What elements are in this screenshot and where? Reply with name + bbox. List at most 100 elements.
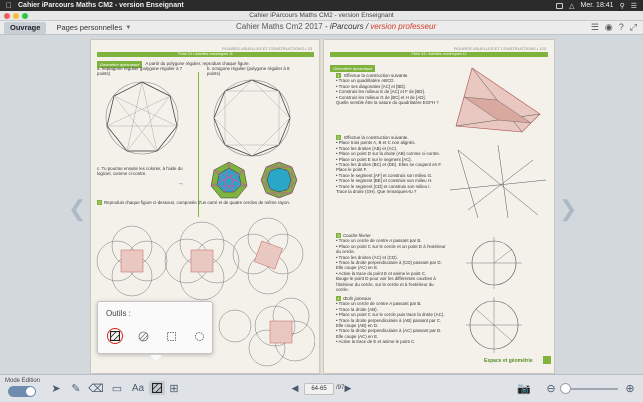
left-divider bbox=[198, 72, 199, 217]
toolbar-right-icons: ☰ ◉ ? ⤢ bbox=[591, 22, 637, 33]
arrow-right-icon: → bbox=[177, 180, 184, 187]
highlighter-icon[interactable]: ✎ bbox=[70, 381, 82, 395]
right-ex3-line: • Trace la droite perpendiculaire à (CD)… bbox=[336, 260, 442, 271]
left-ex1-a: a. heptagone régulier (polygone régulier… bbox=[97, 66, 183, 77]
hatched-square-icon bbox=[110, 331, 120, 341]
mode-edition-toggle[interactable] bbox=[8, 386, 36, 397]
zoom-slider-track[interactable] bbox=[563, 388, 618, 390]
search-icon[interactable]: ⚲ bbox=[620, 2, 625, 10]
toggle-knob bbox=[26, 387, 35, 396]
help-icon[interactable]: ? bbox=[619, 22, 624, 33]
window-controls bbox=[4, 13, 28, 19]
right-ex2-line: Effectue la construction suivante. bbox=[344, 135, 409, 140]
text-tool-button[interactable]: Aa bbox=[130, 381, 146, 395]
status-area: △ Mer. 18:41 ⚲ ☰ bbox=[556, 2, 637, 10]
quadrilateral-figure bbox=[455, 67, 541, 133]
right-ex3: 3 Courbe février • Trace un cercle de cen… bbox=[336, 233, 446, 292]
previous-page-arrow-icon[interactable]: ❮ bbox=[68, 195, 86, 223]
window-title-bar: Cahier iParcours Maths CM2 - version Ens… bbox=[0, 11, 643, 21]
tab-pages-personnelles[interactable]: Pages personnelles ▼ bbox=[50, 22, 137, 34]
list-icon[interactable]: ☰ bbox=[591, 22, 599, 33]
clock[interactable]: Mer. 18:41 bbox=[581, 2, 614, 9]
tools-popup: Outils : bbox=[97, 301, 213, 361]
window-title: Cahier iParcours Maths CM2 - version Ens… bbox=[249, 12, 394, 19]
dashed-square-tool-option[interactable] bbox=[163, 328, 179, 344]
left-ex2: 2 Reproduis chaque figure ci-dessous, com… bbox=[97, 200, 313, 205]
rectangle-icon[interactable]: ▭ bbox=[110, 381, 124, 395]
fill-tool-option[interactable] bbox=[107, 328, 123, 344]
text-tool-label: Aa bbox=[131, 382, 145, 394]
left-ex2-number: 2 bbox=[97, 200, 102, 205]
zoom-in-icon[interactable]: ⊕ bbox=[624, 381, 636, 395]
right-page-header: FIGURES USUELLES ET CONSTRUCTIONS • 123 bbox=[453, 46, 546, 51]
add-page-icon[interactable]: ⊞ bbox=[168, 381, 180, 395]
app-menu-name[interactable]: Cahier iParcours Maths CM2 - version Ens… bbox=[18, 2, 184, 9]
colored-heptagon-figure bbox=[210, 161, 248, 199]
dashed-circle-tool-option[interactable] bbox=[191, 328, 207, 344]
camera-icon[interactable]: 📷 bbox=[516, 381, 532, 395]
right-ex4-number: 4 bbox=[336, 296, 341, 301]
eye-icon[interactable]: ◉ bbox=[605, 22, 613, 33]
right-ex1-number: 1 bbox=[336, 73, 341, 78]
hatched-circle-tool-option[interactable] bbox=[135, 328, 151, 344]
tab-ouvrage[interactable]: Ouvrage bbox=[4, 21, 47, 34]
fill-tool-button[interactable] bbox=[149, 381, 165, 395]
right-ex3-line: Bouge le point D pour voir les différent… bbox=[336, 276, 436, 293]
octagon-figure bbox=[213, 79, 291, 157]
bottom-toolbar: Mode Edition ➤ ✎ ⌫ ▭ Aa ⊞ ◀ 64-65 /97 ▶ … bbox=[0, 374, 643, 402]
wifi-icon[interactable]: △ bbox=[569, 2, 574, 10]
right-page: FIGURES USUELLES ET CONSTRUCTIONS • 123 … bbox=[323, 39, 555, 374]
mode-edition-label: Mode Edition bbox=[5, 378, 41, 384]
hatched-square-icon bbox=[152, 383, 162, 393]
book-title: Cahier Maths Cm2 2017 - iParcours / vers… bbox=[236, 22, 436, 31]
right-page-footer: Espace et géométrie bbox=[484, 358, 533, 364]
heptagon-figure bbox=[105, 81, 179, 155]
apple-menu-icon[interactable]:  bbox=[6, 1, 14, 10]
popup-tail bbox=[150, 355, 162, 361]
dashed-square-icon bbox=[166, 331, 176, 341]
next-page-arrow-icon[interactable]: ❯ bbox=[559, 195, 577, 223]
right-ex4: 4 Œufs jumeaux • Trace un cercle de centr… bbox=[336, 296, 446, 345]
dashed-circle-icon bbox=[194, 331, 204, 341]
zoom-window-button[interactable] bbox=[22, 13, 28, 19]
menu-list-icon[interactable]: ☰ bbox=[631, 2, 637, 10]
right-ex4-line: • Place un point C sur le cercle puis tr… bbox=[336, 312, 445, 318]
close-window-button[interactable] bbox=[4, 13, 10, 19]
left-ex1-c: c. Tu pourras ensuite les colorier, à l'… bbox=[97, 166, 183, 177]
next-page-icon[interactable]: ▶ bbox=[343, 381, 353, 395]
eraser-icon[interactable]: ⌫ bbox=[88, 381, 104, 395]
fullscreen-icon[interactable]: ⤢ bbox=[630, 22, 637, 33]
book-title-main: Cahier Maths Cm2 2017 bbox=[236, 22, 323, 31]
colored-octagon-figure bbox=[260, 161, 298, 199]
right-ex4-line: • Active la trace de E et anime le point… bbox=[336, 339, 416, 345]
right-ex2: 2 Effectue la construction suivante. • P… bbox=[336, 135, 446, 194]
zoom-out-icon[interactable]: ⊖ bbox=[545, 381, 557, 395]
right-ex2-line: • Place un point D sur la droite (AB) co… bbox=[336, 151, 441, 157]
right-ex3-title: Courbe février bbox=[343, 233, 371, 238]
menu-bar:  Cahier iParcours Maths CM2 - version E… bbox=[0, 0, 643, 11]
left-page-header: FIGURES USUELLES ET CONSTRUCTIONS • 23 bbox=[221, 46, 312, 51]
right-ex4-line: • Trace la droite perpendiculaire à (AB)… bbox=[336, 317, 442, 329]
page-number-field[interactable]: 64-65 bbox=[304, 383, 334, 395]
right-ex1-line: Effectue la construction suivante. bbox=[344, 73, 409, 78]
chevron-down-icon: ▼ bbox=[125, 24, 132, 31]
circle-figure-2 bbox=[466, 297, 522, 353]
right-ex3-number: 3 bbox=[336, 233, 341, 238]
tools-popup-title: Outils : bbox=[106, 309, 131, 318]
right-ex1: 1 Effectue la construction suivante. • T… bbox=[336, 73, 444, 105]
right-ex1-line: Quelle semble être la nature du quadrila… bbox=[336, 100, 439, 106]
book-title-sub: - iParcours / bbox=[322, 22, 371, 31]
right-ex2-line: • Trace les droites (BC) et (DE). Elles … bbox=[336, 162, 442, 173]
right-ex4-title: Œufs jumeaux bbox=[343, 296, 372, 301]
hatched-circle-icon bbox=[138, 331, 148, 341]
right-ex2-line: • Trace le segment [BE] et construis son… bbox=[336, 178, 433, 184]
footer-marker bbox=[543, 356, 551, 364]
app-toolbar: Ouvrage Pages personnelles ▼ Cahier Math… bbox=[0, 21, 643, 35]
battery-icon[interactable] bbox=[556, 2, 564, 9]
zoom-slider-knob[interactable] bbox=[560, 383, 571, 394]
minimize-window-button[interactable] bbox=[13, 13, 19, 19]
previous-page-icon[interactable]: ◀ bbox=[290, 381, 300, 395]
tab-pages-label: Pages personnelles bbox=[56, 23, 123, 32]
pointer-icon[interactable]: ➤ bbox=[50, 381, 62, 395]
right-ex4-line: • Trace la droite perpendiculaire à (AC)… bbox=[336, 328, 442, 339]
